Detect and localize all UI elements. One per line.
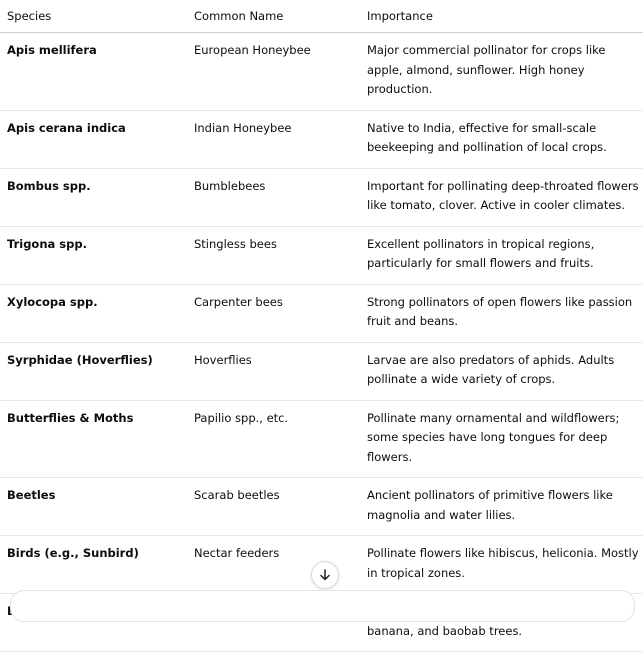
importance-cell: Pollinate many ornamental and wildflower…	[360, 400, 643, 478]
table-header-row: Species Common Name Importance	[0, 0, 643, 33]
arrow-down-icon	[320, 569, 330, 581]
common-name-cell: Stingless bees	[187, 226, 360, 285]
species-cell: Birds (e.g., Sunbird)	[0, 535, 187, 594]
table-row: Xylocopa spp. Carpenter bees Strong pollin…	[0, 284, 643, 343]
importance-cell: Native to India, effective for small-sca…	[360, 110, 643, 169]
importance-cell: Important for pollinating deep-throated …	[360, 168, 643, 227]
species-cell: Bombus spp.	[0, 168, 187, 227]
importance-cell: Larvae are also predators of aphids. Adu…	[360, 342, 643, 401]
table-row: Trigona spp. Stingless bees Excellent poll…	[0, 226, 643, 285]
header-common-name: Common Name	[187, 0, 360, 33]
species-cell: Trigona spp.	[0, 226, 187, 285]
species-cell: Xylocopa spp.	[0, 284, 187, 343]
pollinators-table: Species Common Name Importance Apis mell…	[0, 0, 643, 652]
importance-cell: Strong pollinators of open flowers like …	[360, 284, 643, 343]
common-name-cell: Papilio spp., etc.	[187, 400, 360, 478]
species-cell: Apis cerana indica	[0, 110, 187, 169]
common-name-cell: Hoverflies	[187, 342, 360, 401]
common-name-cell: Carpenter bees	[187, 284, 360, 343]
pollinators-table-container: Species Common Name Importance Apis mell…	[0, 0, 643, 652]
common-name-cell: Bumblebees	[187, 168, 360, 227]
species-cell: Butterflies & Moths	[0, 400, 187, 478]
header-species: Species	[0, 0, 187, 33]
species-cell: Beetles	[0, 477, 187, 536]
importance-cell: Pollinate flowers like hibiscus, helicon…	[360, 535, 643, 594]
header-importance: Importance	[360, 0, 643, 33]
table-row: Syrphidae (Hoverflies) Hoverflies Larvae a…	[0, 342, 643, 401]
scroll-to-bottom-button[interactable]	[311, 561, 339, 589]
table-row: Apis mellifera European Honeybee Major com…	[0, 32, 643, 111]
importance-cell: Excellent pollinators in tropical region…	[360, 226, 643, 285]
table-row: Apis cerana indica Indian Honeybee Native …	[0, 110, 643, 169]
common-name-cell: Indian Honeybee	[187, 110, 360, 169]
importance-cell: Ancient pollinators of primitive flowers…	[360, 477, 643, 536]
species-cell: Apis mellifera	[0, 32, 187, 111]
species-cell: Syrphidae (Hoverflies)	[0, 342, 187, 401]
table-row: Butterflies & Moths Papilio spp., etc. Pol…	[0, 400, 643, 478]
table-row: Beetles Scarab beetles Ancient pollinators…	[0, 477, 643, 536]
common-name-cell: European Honeybee	[187, 32, 360, 111]
table-row: Bombus spp. Bumblebees Important for polli…	[0, 168, 643, 227]
message-composer[interactable]	[10, 590, 635, 622]
importance-cell: Major commercial pollinator for crops li…	[360, 32, 643, 111]
common-name-cell: Scarab beetles	[187, 477, 360, 536]
